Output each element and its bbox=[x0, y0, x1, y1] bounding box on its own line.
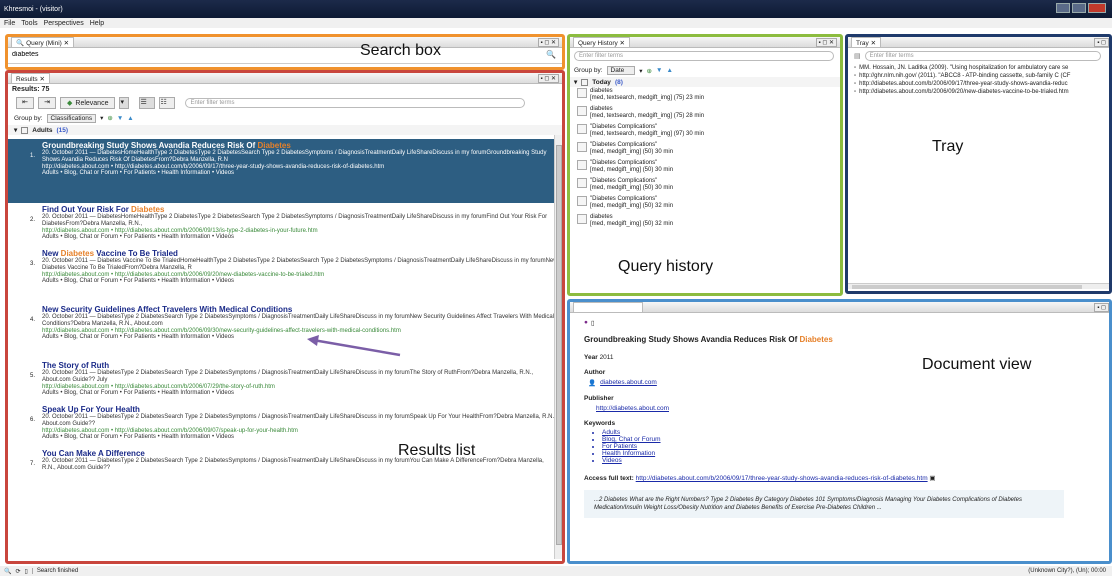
tray-highlight bbox=[845, 34, 1112, 294]
window-title: Khresmoi - (visitor) bbox=[4, 5, 63, 13]
status-text: Search finished bbox=[31, 568, 78, 574]
minimize-button[interactable] bbox=[1056, 3, 1070, 13]
results-list-annotation: Results list bbox=[398, 442, 476, 459]
search-box-highlight bbox=[5, 34, 565, 70]
menu-help[interactable]: Help bbox=[90, 20, 104, 27]
bookmark-icon[interactable]: ▯ bbox=[25, 568, 28, 575]
query-history-highlight bbox=[567, 34, 843, 296]
window-titlebar: Khresmoi - (visitor) bbox=[0, 0, 1112, 18]
menu-perspectives[interactable]: Perspectives bbox=[44, 20, 84, 27]
zoom-icon[interactable]: 🔍 bbox=[4, 568, 11, 575]
menubar: File Tools Perspectives Help bbox=[0, 18, 1112, 28]
location-status: (Unknown City?), (Un); 00:00 bbox=[1028, 568, 1106, 574]
pointer-arrow bbox=[307, 335, 401, 357]
tray-annotation: Tray bbox=[932, 138, 964, 155]
query-history-annotation: Query history bbox=[618, 258, 714, 275]
close-button[interactable] bbox=[1088, 3, 1106, 13]
menu-file[interactable]: File bbox=[4, 20, 15, 27]
status-bar: 🔍 ⟳ ▯ Search finished (Unknown City?), (… bbox=[0, 566, 1112, 576]
menu-tools[interactable]: Tools bbox=[21, 20, 37, 27]
search-box-annotation: Search box bbox=[360, 42, 441, 59]
window-controls bbox=[1056, 3, 1106, 13]
maximize-button[interactable] bbox=[1072, 3, 1086, 13]
results-list-highlight bbox=[5, 70, 565, 564]
refresh-icon[interactable]: ⟳ bbox=[15, 568, 20, 575]
document-view-highlight bbox=[567, 299, 1112, 564]
document-view-annotation: Document view bbox=[922, 356, 1032, 373]
